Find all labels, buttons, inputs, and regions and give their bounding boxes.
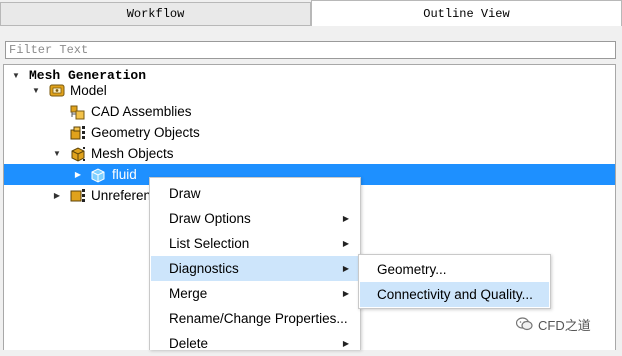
model-icon — [49, 84, 65, 97]
menu-item-rename-change-properties[interactable]: Rename/Change Properties... — [151, 306, 359, 331]
filter-input[interactable] — [5, 41, 616, 59]
menu-item-label: Merge — [169, 286, 208, 301]
menu-item-delete[interactable]: Delete ▶ — [151, 331, 359, 356]
unreferenced-icon — [70, 189, 85, 202]
geometry-objects-icon — [70, 126, 85, 140]
menu-item-merge[interactable]: Merge ▶ — [151, 281, 359, 306]
submenu-arrow-icon: ▶ — [342, 289, 349, 298]
submenu-arrow-icon: ▶ — [342, 239, 349, 248]
expand-arrow-icon[interactable]: ▶ — [52, 191, 62, 201]
menu-item-draw[interactable]: Draw — [151, 181, 359, 206]
submenu-arrow-icon: ▶ — [342, 264, 349, 273]
fluid-object-icon — [91, 168, 105, 183]
menu-item-list-selection[interactable]: List Selection ▶ — [151, 231, 359, 256]
tree-label-geometry-objects: Geometry Objects — [91, 125, 200, 140]
menu-item-label: Diagnostics — [169, 261, 239, 276]
tab-outline-view[interactable]: Outline View — [311, 0, 622, 26]
diagnostics-submenu: Geometry... Connectivity and Quality... — [358, 254, 551, 309]
menu-item-label: Rename/Change Properties... — [169, 311, 348, 326]
submenu-item-label: Geometry... — [377, 262, 447, 277]
menu-item-label: Draw — [169, 186, 201, 201]
watermark-text: CFD之道 — [538, 317, 591, 333]
submenu-item-label: Connectivity and Quality... — [377, 287, 533, 302]
wechat-logo-icon — [516, 317, 533, 331]
expand-arrow-icon[interactable]: ▼ — [31, 86, 41, 96]
expand-arrow-icon[interactable]: ▶ — [73, 170, 83, 180]
menu-item-draw-options[interactable]: Draw Options ▶ — [151, 206, 359, 231]
tree-label-model: Model — [70, 83, 107, 98]
tree-row-mesh-objects[interactable]: ▼ Mesh Objects — [4, 143, 615, 164]
tree-label-fluid: fluid — [112, 167, 137, 182]
expand-arrow-icon[interactable]: ▼ — [52, 149, 62, 159]
submenu-item-geometry[interactable]: Geometry... — [360, 257, 549, 282]
tree-label-cad-assemblies: CAD Assemblies — [91, 104, 192, 119]
tree-label-mesh-objects: Mesh Objects — [91, 146, 174, 161]
submenu-arrow-icon: ▶ — [342, 214, 349, 223]
menu-item-label: Delete — [169, 336, 209, 351]
watermark: CFD之道 — [516, 315, 591, 333]
tab-bar: Workflow Outline View — [0, 0, 622, 26]
cad-assemblies-icon — [70, 105, 85, 120]
tree-row-cad-assemblies[interactable]: CAD Assemblies — [4, 101, 615, 122]
expand-arrow-icon[interactable]: ▼ — [11, 71, 21, 81]
mesh-objects-icon — [71, 147, 85, 162]
submenu-item-connectivity-and-quality[interactable]: Connectivity and Quality... — [360, 282, 549, 307]
tree-row-geometry-objects[interactable]: Geometry Objects — [4, 122, 615, 143]
menu-item-label: List Selection — [169, 236, 250, 251]
context-menu: Draw Draw Options ▶ List Selection ▶ Dia… — [149, 177, 361, 351]
tree-label-unreferenced: Unreferen — [91, 188, 152, 203]
tree-row-model[interactable]: ▼ Model — [4, 80, 615, 101]
menu-item-diagnostics[interactable]: Diagnostics ▶ — [151, 256, 359, 281]
tab-workflow[interactable]: Workflow — [0, 2, 311, 26]
menu-item-label: Draw Options — [169, 211, 251, 226]
submenu-arrow-icon: ▶ — [342, 339, 349, 348]
